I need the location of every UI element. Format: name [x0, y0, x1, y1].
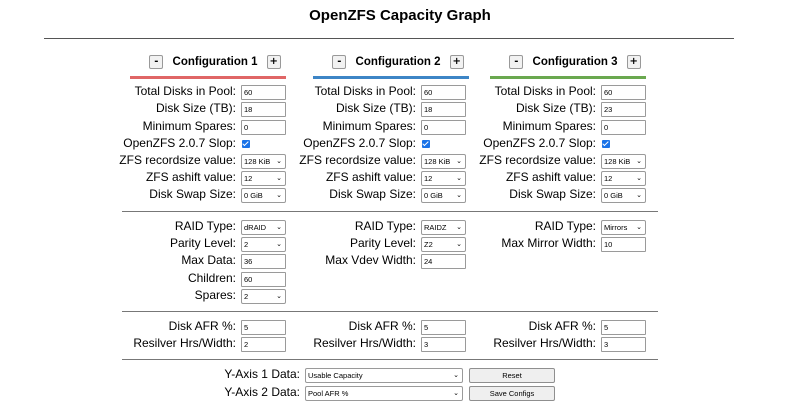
chevron-down-icon: ⌄ [636, 157, 642, 165]
reset-button[interactable]: Reset [469, 368, 555, 383]
swap-label: Disk Swap Size: [509, 187, 596, 201]
chevron-down-icon: ⌄ [276, 292, 282, 300]
y-axis-2-label: Y-Axis 2 Data: [224, 385, 300, 399]
config-1-title: Configuration 1 [172, 56, 258, 68]
config-1-panel: - Configuration 1 + [130, 52, 300, 79]
config-2-add-button[interactable]: + [449, 55, 464, 69]
config-2-panel: - Configuration 2 + [313, 52, 483, 79]
children-label: Children: [187, 271, 236, 285]
config-3-remove-button[interactable]: - [509, 55, 524, 69]
config-3-ashift-value: 12 [604, 174, 613, 183]
config-1-spares-value: 2 [244, 292, 249, 301]
config-3-recordsize-value: 128 KiB [604, 157, 631, 166]
disk-size-label: Disk Size (TB): [515, 101, 596, 115]
y-axis-1-label: Y-Axis 1 Data: [224, 367, 300, 381]
y-axis-2-value: Pool AFR % [308, 389, 349, 398]
chevron-down-icon: ⌄ [453, 389, 459, 397]
config-1-remove-button[interactable]: - [149, 55, 164, 69]
total-disks-label: Total Disks in Pool: [494, 84, 596, 98]
config-3-afr-input[interactable]: 5 [601, 320, 646, 335]
title-divider [44, 38, 734, 39]
y-axis-2-select[interactable]: Pool AFR % ⌄ [305, 386, 463, 401]
chevron-down-icon: ⌄ [636, 191, 642, 199]
config-3-swap-value: 0 GiB [604, 191, 623, 200]
config-2-header: - Configuration 2 + [313, 52, 483, 74]
section-divider [122, 359, 658, 360]
resilver-label: Resilver Hrs/Width: [493, 336, 596, 350]
config-1-add-button[interactable]: + [266, 55, 281, 69]
chevron-down-icon: ⌄ [453, 371, 459, 379]
ashift-label: ZFS ashift value: [505, 170, 596, 184]
y-axis-1-select[interactable]: Usable Capacity ⌄ [305, 368, 463, 383]
config-3-disk-size-input[interactable]: 23 [601, 102, 646, 117]
section-divider [122, 211, 658, 212]
config-3-slop-checkbox[interactable] [602, 140, 610, 148]
config-3-color-bar [490, 76, 646, 79]
chevron-down-icon: ⌄ [636, 174, 642, 182]
spares-label: Spares: [194, 288, 236, 302]
y-axis-1-value: Usable Capacity [308, 371, 363, 380]
afr-label: Disk AFR %: [528, 319, 596, 333]
chevron-down-icon: ⌄ [636, 223, 642, 231]
config-3-ashift-select[interactable]: 12 ⌄ [601, 171, 646, 186]
raid-type-label: RAID Type: [534, 219, 596, 233]
config-3-raid-type-value: Mirrors [604, 223, 628, 232]
config-2-remove-button[interactable]: - [332, 55, 347, 69]
recordsize-label: ZFS recordsize value: [479, 153, 596, 167]
config-3-total-disks-input[interactable]: 60 [601, 85, 646, 100]
config-1-children-input[interactable]: 60 [241, 272, 286, 287]
config-2-color-bar [313, 76, 469, 79]
page-title: OpenZFS Capacity Graph [309, 7, 491, 24]
max-vdev-label: Max Vdev Width: [325, 253, 416, 267]
config-1-header: - Configuration 1 + [130, 52, 300, 74]
config-3-resilver-input[interactable]: 3 [601, 337, 646, 352]
config-3-panel: - Configuration 3 + [490, 52, 660, 79]
config-2-title: Configuration 2 [355, 56, 441, 68]
config-3-header: - Configuration 3 + [490, 52, 660, 74]
config-1-spares-select[interactable]: 2 ⌄ [241, 289, 286, 304]
min-spares-label: Minimum Spares: [502, 119, 596, 133]
config-3-recordsize-select[interactable]: 128 KiB ⌄ [601, 154, 646, 169]
slop-label: OpenZFS 2.0.7 Slop: [483, 136, 596, 150]
config-1-color-bar [130, 76, 286, 79]
section-divider [122, 311, 658, 312]
config-3-add-button[interactable]: + [626, 55, 641, 69]
max-mirror-label: Max Mirror Width: [501, 236, 596, 250]
config-3-swap-select[interactable]: 0 GiB ⌄ [601, 188, 646, 203]
config-3-raid-type-select[interactable]: Mirrors ⌄ [601, 220, 646, 235]
config-2-max-vdev-input[interactable]: 24 [421, 254, 466, 269]
config-3-title: Configuration 3 [532, 56, 618, 68]
config-3-min-spares-input[interactable]: 0 [601, 120, 646, 135]
config-3-max-mirror-input[interactable]: 10 [601, 237, 646, 252]
save-configs-button[interactable]: Save Configs [469, 386, 555, 401]
